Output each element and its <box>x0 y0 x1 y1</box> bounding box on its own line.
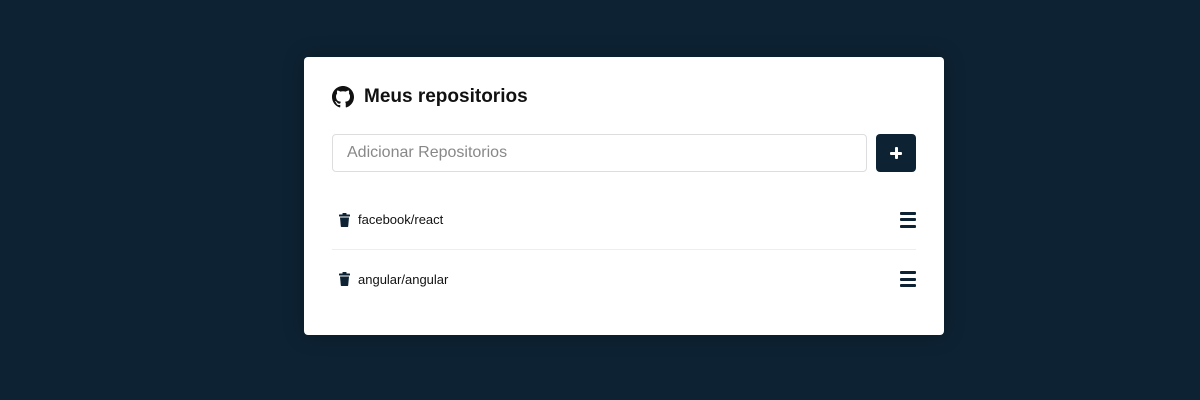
list-item: facebook/react <box>332 190 916 249</box>
trash-icon[interactable] <box>339 272 350 286</box>
menu-bars-icon[interactable] <box>900 211 916 228</box>
add-repository-button[interactable] <box>876 134 916 172</box>
plus-icon <box>890 147 902 159</box>
repo-item-left: angular/angular <box>332 272 448 287</box>
repository-name: facebook/react <box>358 212 444 227</box>
github-icon <box>332 86 354 108</box>
list-item: angular/angular <box>332 249 916 308</box>
repositories-card: Meus repositorios facebook/react <box>304 57 944 335</box>
add-repo-form <box>332 134 916 172</box>
trash-icon[interactable] <box>339 212 350 227</box>
card-header: Meus repositorios <box>332 85 528 109</box>
add-repository-input[interactable] <box>332 134 867 172</box>
repository-name: angular/angular <box>358 271 449 287</box>
page-title: Meus repositorios <box>364 86 528 107</box>
menu-bars-icon[interactable] <box>900 271 916 287</box>
repository-list: facebook/react angular/angular <box>332 190 916 308</box>
repo-item-left: facebook/react <box>332 212 443 227</box>
